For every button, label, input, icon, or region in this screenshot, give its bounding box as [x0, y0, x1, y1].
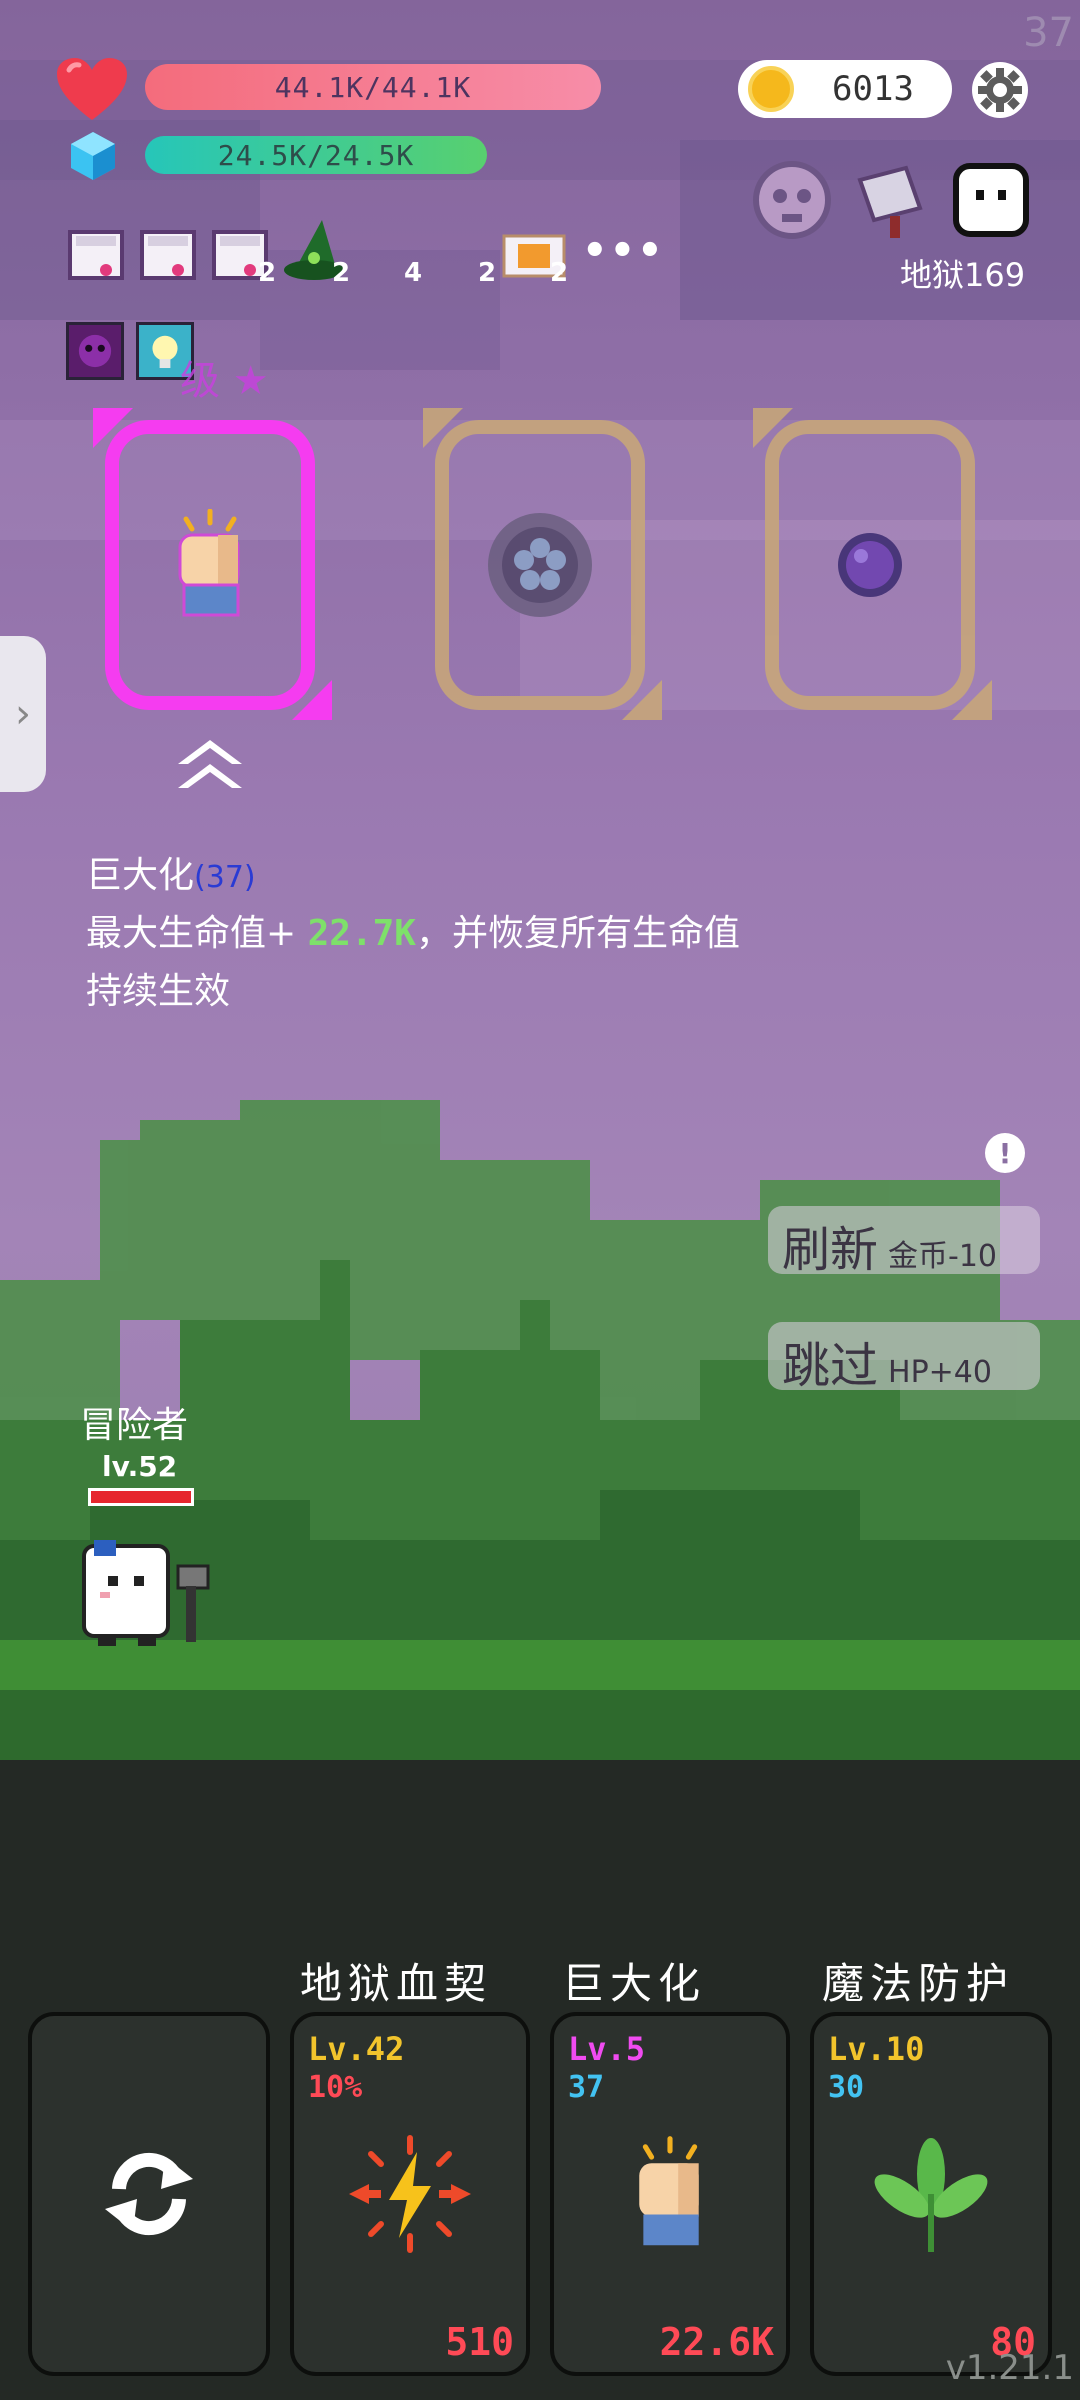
skill-effect-line: 最大生命值+ 22.7K，并恢复所有生命值 — [86, 904, 740, 956]
cleaver-boss-icon[interactable] — [850, 160, 932, 240]
skill-stat: 30 — [828, 2070, 865, 2105]
effect-suffix: ，并恢复所有生命值 — [415, 913, 740, 954]
card-corner — [753, 408, 793, 448]
skill-level: Lv.5 — [568, 2030, 646, 2068]
skill-card-selected[interactable] — [105, 420, 315, 710]
lightning-icon — [349, 2135, 471, 2253]
skill-name-label: 巨大化 — [562, 1959, 707, 2008]
card-corner — [423, 408, 463, 448]
vortex-flower-icon — [488, 513, 592, 617]
skill-name-label: 地狱血契 — [300, 1959, 493, 2008]
skill-description-title: 巨大化(37) — [86, 846, 256, 898]
corner-number: 37 — [1023, 10, 1074, 56]
hero-level: lv.52 — [102, 1450, 178, 1483]
refresh-label: 刷新 — [782, 1222, 879, 1278]
item-count: 2 — [258, 258, 277, 288]
reroll-skill-slot[interactable] — [28, 2012, 270, 2376]
stage-label: 地狱169 — [900, 256, 1026, 294]
skill-level: Lv.42 — [308, 2030, 405, 2068]
item-count: 2 — [550, 258, 569, 288]
gold-value: 6013 — [832, 69, 914, 109]
skull-boss-icon[interactable] — [752, 160, 834, 240]
scroll-item-icon[interactable] — [68, 226, 126, 284]
skill-slot-hell-blood-pact[interactable]: Lv.42 10% 510 — [290, 2012, 530, 2376]
mp-bar: 24.5K/24.5K — [145, 136, 487, 174]
leaf-icon — [874, 2138, 988, 2252]
settings-gear-icon[interactable] — [968, 58, 1032, 122]
skill-card-option[interactable] — [765, 420, 975, 710]
refresh-arrows-icon — [105, 2152, 193, 2236]
info-icon[interactable]: ! — [985, 1133, 1025, 1173]
hero-character[interactable] — [78, 1536, 214, 1648]
hp-bar: 44.1K/44.1K — [145, 64, 601, 110]
skill-name-label: 魔法防护 — [822, 1959, 1015, 2008]
mana-gem-icon — [71, 132, 115, 180]
fist-icon — [639, 2136, 699, 2246]
skip-button[interactable]: 跳过 HP+40 — [768, 1322, 1040, 1394]
item-count: 2 — [332, 258, 351, 288]
selection-corner — [93, 408, 133, 448]
effect-value: 22.7K — [307, 913, 416, 954]
hero-name: 冒险者 — [80, 1405, 189, 1446]
rarity-stars: 级 ★ — [180, 358, 269, 404]
effect-prefix: 最大生命值+ — [86, 913, 308, 954]
more-items-button[interactable]: ••• — [582, 228, 665, 274]
heart-icon — [57, 58, 127, 120]
skill-stat: 37 — [568, 2070, 605, 2105]
demon-buff-icon[interactable] — [66, 322, 124, 380]
card-corner — [952, 680, 992, 720]
dark-orb-icon — [838, 533, 902, 597]
skill-stat: 10% — [308, 2070, 363, 2105]
selection-corner — [292, 680, 332, 720]
version-label: v1.21.1 — [945, 2348, 1074, 2388]
skill-duration: 持续生效 — [86, 971, 231, 1012]
chevron-up-icon — [178, 740, 242, 788]
card-corner — [622, 680, 662, 720]
skill-level-open: ( — [194, 860, 206, 895]
gold-counter: 6013 — [738, 60, 952, 118]
grass-ground-dark — [0, 1690, 1080, 1760]
scroll-item-icon[interactable] — [140, 226, 198, 284]
skill-slot-giant[interactable]: Lv.5 37 22.6K — [550, 2012, 790, 2376]
skill-cost: 22.6K — [659, 2320, 774, 2364]
skill-level: Lv.10 — [828, 2030, 925, 2068]
chevron-right-icon: › — [15, 691, 31, 737]
skill-cost: 510 — [445, 2320, 514, 2364]
gold-coin-icon — [748, 66, 794, 112]
item-count: 2 — [478, 258, 497, 288]
refresh-cost: 金币-10 — [888, 1239, 998, 1274]
refresh-button[interactable]: 刷新 金币-10 — [768, 1206, 1040, 1278]
skill-name: 巨大化 — [86, 855, 195, 896]
skill-level-close: ) — [243, 860, 256, 895]
skill-card-option[interactable] — [435, 420, 645, 710]
ghost-boss-icon[interactable] — [950, 160, 1032, 240]
fist-icon — [178, 509, 240, 617]
side-drawer-tab[interactable]: › — [0, 636, 46, 792]
skip-cost: HP+40 — [888, 1355, 992, 1390]
skip-label: 跳过 — [782, 1338, 879, 1394]
skill-level: 37 — [205, 860, 244, 895]
hero-hp-bar — [88, 1488, 194, 1506]
item-count: 4 — [404, 258, 423, 288]
skill-slot-magic-shield[interactable]: Lv.10 30 80 — [810, 2012, 1052, 2376]
